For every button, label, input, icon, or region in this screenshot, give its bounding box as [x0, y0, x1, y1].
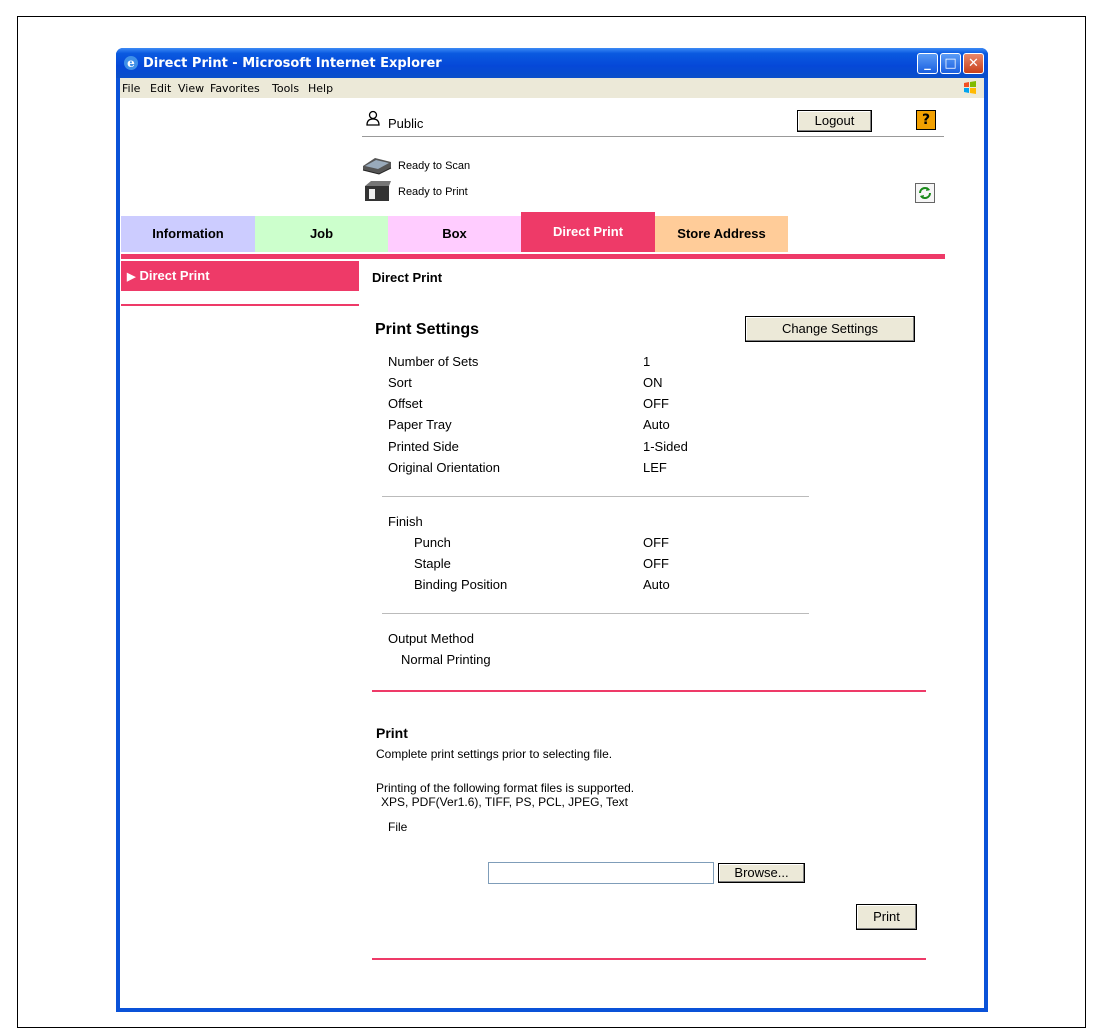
setting-value: OFF: [643, 396, 669, 411]
output-method-label: Output Method: [388, 631, 474, 646]
menu-favorites[interactable]: Favorites: [210, 82, 260, 95]
setting-label: Binding Position: [414, 577, 508, 592]
browser-window: e Direct Print - Microsoft Internet Expl…: [116, 48, 988, 1012]
finish-label: Finish: [388, 514, 423, 529]
print-section-title: Print: [376, 725, 408, 741]
setting-label: Printed Side: [388, 439, 459, 454]
setting-label: Offset: [388, 396, 423, 411]
ie-icon: e: [124, 56, 138, 70]
window-title: Direct Print - Microsoft Internet Explor…: [143, 56, 442, 71]
section-divider: [372, 690, 926, 692]
menu-file[interactable]: File: [122, 82, 140, 95]
setting-value: 1: [643, 354, 651, 369]
page-title: Direct Print: [372, 270, 443, 285]
print-note: Complete print settings prior to selecti…: [376, 747, 613, 761]
setting-value: Auto: [643, 417, 670, 432]
help-button[interactable]: ?: [916, 110, 936, 130]
header-divider: [362, 136, 944, 137]
setting-value: Auto: [643, 577, 670, 592]
setting-value: ON: [643, 375, 663, 390]
setting-label: Paper Tray: [388, 417, 452, 432]
triangle-right-icon: ▶: [127, 271, 136, 283]
menu-view[interactable]: View: [178, 82, 204, 95]
scanner-icon: [362, 158, 392, 175]
finish-divider: [382, 613, 809, 614]
setting-value: OFF: [643, 535, 669, 550]
tab-job[interactable]: Job: [255, 216, 388, 252]
menu-help[interactable]: Help: [308, 82, 333, 95]
browse-button[interactable]: Browse...: [718, 863, 805, 883]
windows-logo-icon: [964, 81, 976, 94]
user-icon: [366, 110, 380, 126]
settings-divider: [382, 496, 809, 497]
menu-bar: File Edit View Favorites Tools Help: [120, 78, 984, 98]
printer-icon: [365, 181, 391, 201]
refresh-icon: [919, 187, 931, 199]
close-button[interactable]: ✕: [963, 53, 984, 74]
setting-label: Punch: [414, 535, 451, 550]
minimize-button[interactable]: _: [917, 53, 938, 74]
sidebar-divider: [121, 304, 359, 306]
setting-label: Sort: [388, 375, 412, 390]
setting-value: 1-Sided: [643, 439, 688, 454]
print-settings-title: Print Settings: [375, 321, 480, 338]
tab-information[interactable]: Information: [121, 216, 255, 252]
sidebar-item-direct-print[interactable]: ▶ Direct Print: [121, 261, 359, 291]
setting-label: Number of Sets: [388, 354, 479, 369]
tab-store-address[interactable]: Store Address: [655, 216, 788, 252]
tab-direct-print[interactable]: Direct Print: [521, 212, 655, 252]
logout-button[interactable]: Logout: [797, 110, 872, 132]
print-status: Ready to Print: [398, 186, 468, 198]
menu-edit[interactable]: Edit: [150, 82, 171, 95]
output-method-value: Normal Printing: [401, 652, 491, 667]
supported-formats-list: XPS, PDF(Ver1.6), TIFF, PS, PCL, JPEG, T…: [381, 795, 628, 809]
change-settings-button[interactable]: Change Settings: [745, 316, 915, 342]
sidebar-item-label: Direct Print: [139, 268, 210, 283]
tab-box[interactable]: Box: [388, 216, 521, 252]
supported-formats-line: Printing of the following format files i…: [376, 781, 635, 795]
footer-divider: [372, 958, 926, 960]
file-path-input[interactable]: [488, 862, 714, 884]
file-label: File: [388, 820, 408, 834]
setting-value: LEF: [643, 460, 667, 475]
setting-label: Staple: [414, 556, 451, 571]
maximize-button[interactable]: □: [940, 53, 961, 74]
tab-bar-underline: [121, 254, 945, 259]
menu-tools[interactable]: Tools: [272, 82, 299, 95]
print-button[interactable]: Print: [856, 904, 917, 930]
refresh-button[interactable]: [915, 183, 935, 203]
setting-label: Original Orientation: [388, 460, 500, 475]
page-content: Public Logout ? Ready to Scan Ready to P…: [120, 98, 984, 1008]
setting-value: OFF: [643, 556, 669, 571]
title-bar[interactable]: e Direct Print - Microsoft Internet Expl…: [116, 48, 988, 78]
scan-status: Ready to Scan: [398, 160, 471, 172]
user-name: Public: [388, 116, 424, 131]
